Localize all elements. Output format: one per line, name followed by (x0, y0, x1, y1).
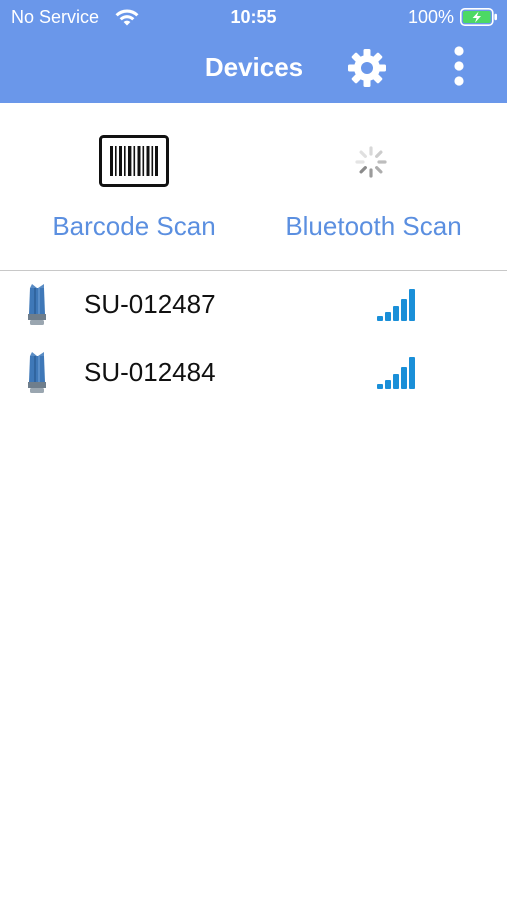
device-row[interactable]: SU-012487 (0, 271, 507, 339)
status-bar: No Service 10:55 100% (0, 0, 507, 36)
signal-strength-icon (377, 289, 415, 321)
bluetooth-scan-label: Bluetooth Scan (285, 211, 462, 241)
device-name: SU-012487 (84, 289, 216, 319)
header: No Service 10:55 100% Devices (0, 0, 507, 103)
scan-options: Barcode Scan Bluetooth Scan (0, 103, 507, 270)
gear-icon (348, 49, 386, 87)
settings-button[interactable] (347, 48, 387, 88)
sensor-device-icon (28, 284, 46, 325)
more-vertical-icon (454, 46, 464, 86)
barcode-icon (99, 135, 169, 187)
more-options-button[interactable] (444, 45, 474, 89)
barcode-scan-button[interactable]: Barcode Scan (0, 103, 268, 270)
device-name: SU-012484 (84, 357, 216, 387)
page-title: Devices (204, 52, 304, 82)
device-row[interactable]: SU-012484 (0, 339, 507, 407)
battery-charging-icon (460, 8, 497, 26)
spinner-icon (355, 146, 387, 178)
barcode-scan-label: Barcode Scan (52, 211, 216, 241)
sensor-device-icon (28, 352, 46, 393)
device-list: SU-012487 SU-012484 (0, 271, 507, 407)
signal-strength-icon (377, 357, 415, 389)
bluetooth-scan-button[interactable]: Bluetooth Scan (240, 103, 507, 270)
devices-screen: No Service 10:55 100% Devices Barcode Sc… (0, 0, 507, 900)
battery-percentage: 100% (408, 7, 455, 27)
